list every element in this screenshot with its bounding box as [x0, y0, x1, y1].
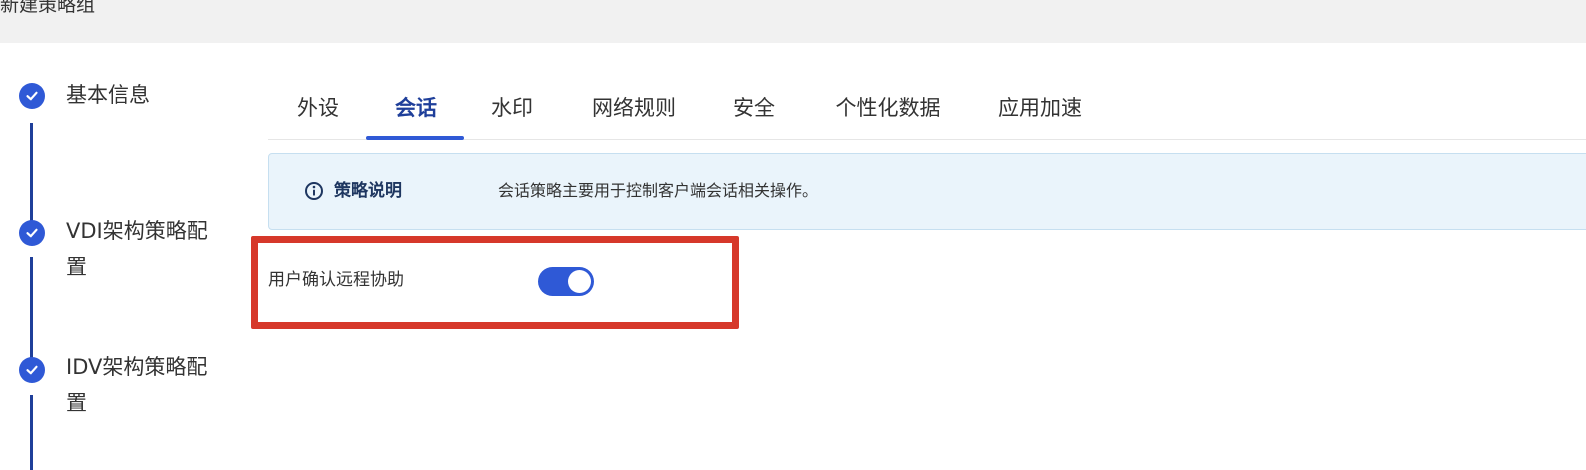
- tab-watermark[interactable]: 水印: [484, 88, 540, 136]
- step-vdi-config[interactable]: VDI架构策略配置: [66, 213, 226, 285]
- policy-tabs: 外设 会话 水印 网络规则 安全 个性化数据 应用加速: [268, 80, 1586, 140]
- remote-assist-confirm-label: 用户确认远程协助: [268, 270, 404, 290]
- tab-security[interactable]: 安全: [726, 88, 782, 136]
- tab-network-rules[interactable]: 网络规则: [586, 88, 682, 136]
- info-description: 会话策略主要用于控制客户端会话相关操作。: [498, 181, 819, 200]
- tab-peripherals[interactable]: 外设: [290, 88, 346, 136]
- step-idv-config[interactable]: IDV架构策略配置: [66, 349, 226, 421]
- step-done-check-icon: [19, 357, 45, 383]
- page-header: 新建策略组: [0, 0, 1586, 43]
- tab-personal-data[interactable]: 个性化数据: [828, 88, 948, 136]
- remote-assist-confirm-toggle[interactable]: [538, 267, 594, 296]
- step-connector: [30, 123, 33, 227]
- policy-info-banner: [268, 153, 1586, 230]
- step-basic-info[interactable]: 基本信息: [66, 77, 226, 113]
- step-connector: [30, 395, 33, 470]
- active-tab-indicator: [366, 136, 464, 140]
- toggle-knob: [568, 270, 591, 293]
- step-navigator: 基本信息 VDI架构策略配置 IDV架构策略配置: [0, 43, 240, 470]
- step-connector: [30, 257, 33, 367]
- step-done-check-icon: [19, 220, 45, 246]
- info-circle-icon: [305, 182, 323, 200]
- page-title: 新建策略组: [0, 0, 96, 16]
- info-title: 策略说明: [334, 181, 402, 201]
- step-done-check-icon: [19, 83, 45, 109]
- tab-app-acceleration[interactable]: 应用加速: [992, 88, 1088, 136]
- tab-session[interactable]: 会话: [388, 88, 444, 136]
- policy-group-page: 新建策略组 基本信息 VDI架构策略配置 IDV架构策略配置 外设 会话 水印 …: [0, 0, 1586, 470]
